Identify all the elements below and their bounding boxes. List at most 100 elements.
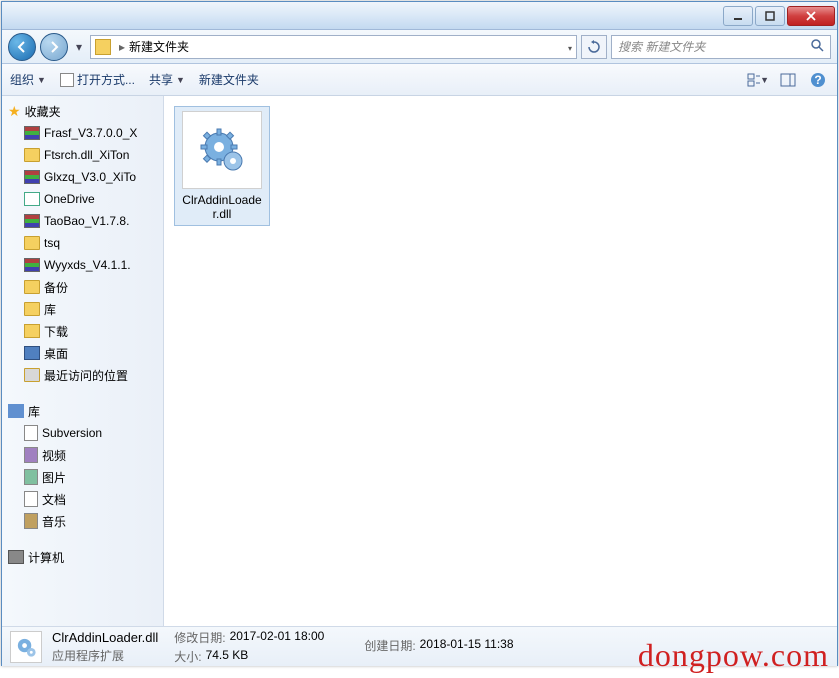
sidebar-item-label: OneDrive <box>44 192 95 206</box>
document-icon <box>24 491 38 507</box>
chevron-down-icon: ▼ <box>760 75 769 85</box>
sidebar-item[interactable]: 视频 <box>2 444 163 466</box>
share-button[interactable]: 共享 ▼ <box>149 71 185 88</box>
sidebar-item[interactable]: Subversion <box>2 422 163 444</box>
video-icon <box>24 447 38 463</box>
back-button[interactable] <box>8 33 36 61</box>
file-thumbnail <box>182 111 262 189</box>
preview-pane-button[interactable] <box>777 70 799 90</box>
new-folder-button[interactable]: 新建文件夹 <box>199 71 259 88</box>
history-dropdown[interactable]: ▾ <box>72 33 86 61</box>
computer-icon <box>8 550 24 564</box>
gear-icon <box>14 635 38 659</box>
gear-icon <box>197 125 247 175</box>
search-placeholder: 搜索 新建文件夹 <box>618 38 705 55</box>
archive-icon <box>24 126 40 140</box>
sidebar-item[interactable]: 图片 <box>2 466 163 488</box>
maximize-button[interactable] <box>755 6 785 26</box>
desktop-icon <box>24 346 40 360</box>
toolbar: 组织 ▼ 打开方式... 共享 ▼ 新建文件夹 ▼ ? <box>2 64 837 96</box>
archive-icon <box>24 258 40 272</box>
size-label: 大小: <box>174 648 201 665</box>
archive-icon <box>24 170 40 184</box>
sidebar-item-label: 库 <box>44 301 56 318</box>
watermark: dongpow.com <box>638 637 829 674</box>
body-area: ★ 收藏夹 Frasf_V3.7.0.0_X Ftsrch.dll_XiTonGl… <box>2 96 837 626</box>
sidebar-item[interactable]: TaoBao_V1.7.8. <box>2 210 163 232</box>
app-icon <box>60 73 74 87</box>
navigation-sidebar: ★ 收藏夹 Frasf_V3.7.0.0_X Ftsrch.dll_XiTonGl… <box>2 96 164 626</box>
sidebar-item[interactable]: tsq <box>2 232 163 254</box>
favorites-label: 收藏夹 <box>25 103 61 120</box>
refresh-button[interactable] <box>581 35 607 59</box>
details-filetype: 应用程序扩展 <box>52 647 158 664</box>
folder-icon <box>24 302 40 316</box>
sidebar-item[interactable]: 下载 <box>2 320 163 342</box>
address-bar[interactable]: ▸ 新建文件夹 <box>90 35 577 59</box>
sidebar-item-label: 最近访问的位置 <box>44 367 128 384</box>
chevron-down-icon: ▼ <box>37 75 46 85</box>
search-input[interactable]: 搜索 新建文件夹 <box>611 35 831 59</box>
recent-icon <box>24 368 40 382</box>
organize-button[interactable]: 组织 ▼ <box>10 71 46 88</box>
sidebar-item-label: tsq <box>44 236 60 250</box>
sidebar-item[interactable]: Glxzq_V3.0_XiTo <box>2 166 163 188</box>
create-date-value: 2018-01-15 11:38 <box>420 637 514 654</box>
view-options-button[interactable]: ▼ <box>747 70 769 90</box>
folder-icon <box>24 236 40 250</box>
svg-text:?: ? <box>814 73 821 87</box>
archive-icon <box>24 214 40 228</box>
sidebar-item[interactable]: 音乐 <box>2 510 163 532</box>
picture-icon <box>24 469 38 485</box>
music-icon <box>24 513 38 529</box>
titlebar[interactable] <box>2 2 837 30</box>
sidebar-item[interactable]: Ftsrch.dll_XiTon <box>2 144 163 166</box>
sidebar-item-label: Subversion <box>42 426 102 440</box>
explorer-window: ▾ ▸ 新建文件夹 搜索 新建文件夹 组织 ▼ 打开方式... <box>1 1 838 666</box>
sidebar-item-label: Wyyxds_V4.1.1. <box>44 258 131 272</box>
computer-label: 计算机 <box>28 549 64 566</box>
close-button[interactable] <box>787 6 835 26</box>
mod-date-label: 修改日期: <box>174 629 225 646</box>
computer-header[interactable]: 计算机 <box>2 546 163 568</box>
sidebar-item-label: 音乐 <box>42 513 66 530</box>
breadcrumb-item[interactable]: 新建文件夹 <box>129 38 189 55</box>
forward-button[interactable] <box>40 33 68 61</box>
folder-icon <box>24 280 40 294</box>
minimize-button[interactable] <box>723 6 753 26</box>
sidebar-item[interactable]: 最近访问的位置 <box>2 364 163 386</box>
file-list-pane[interactable]: ClrAddinLoader.dll <box>164 96 837 626</box>
sidebar-item-label: Frasf_V3.7.0.0_X <box>44 126 137 140</box>
sidebar-item-label: 桌面 <box>44 345 68 362</box>
sidebar-item[interactable]: 文档 <box>2 488 163 510</box>
cloud-icon <box>24 192 40 206</box>
path-separator-icon: ▸ <box>119 40 125 54</box>
sidebar-item-label: 下载 <box>44 323 68 340</box>
file-name-label: ClrAddinLoader.dll <box>179 193 265 221</box>
details-filename: ClrAddinLoader.dll <box>52 630 158 645</box>
libraries-label: 库 <box>28 403 40 420</box>
path-dropdown-icon[interactable] <box>566 40 572 54</box>
libraries-header[interactable]: 库 <box>2 400 163 422</box>
help-button[interactable]: ? <box>807 70 829 90</box>
sidebar-item[interactable]: 备份 <box>2 276 163 298</box>
open-with-button[interactable]: 打开方式... <box>60 71 135 88</box>
organize-label: 组织 <box>10 71 34 88</box>
sidebar-item[interactable]: Frasf_V3.7.0.0_X <box>2 122 163 144</box>
folder-icon <box>24 148 40 162</box>
sidebar-item[interactable]: Wyyxds_V4.1.1. <box>2 254 163 276</box>
sidebar-item[interactable]: 库 <box>2 298 163 320</box>
favorites-header[interactable]: ★ 收藏夹 <box>2 100 163 122</box>
sidebar-item[interactable]: OneDrive <box>2 188 163 210</box>
create-date-label: 创建日期: <box>364 637 415 654</box>
search-icon[interactable] <box>810 38 824 55</box>
new-folder-label: 新建文件夹 <box>199 71 259 88</box>
file-item[interactable]: ClrAddinLoader.dll <box>174 106 270 226</box>
open-with-label: 打开方式... <box>77 71 135 88</box>
share-label: 共享 <box>149 71 173 88</box>
sidebar-item-label: 图片 <box>42 469 66 486</box>
details-thumbnail <box>10 631 42 663</box>
sidebar-item[interactable]: 桌面 <box>2 342 163 364</box>
chevron-down-icon: ▼ <box>176 75 185 85</box>
sidebar-item-label: 视频 <box>42 447 66 464</box>
